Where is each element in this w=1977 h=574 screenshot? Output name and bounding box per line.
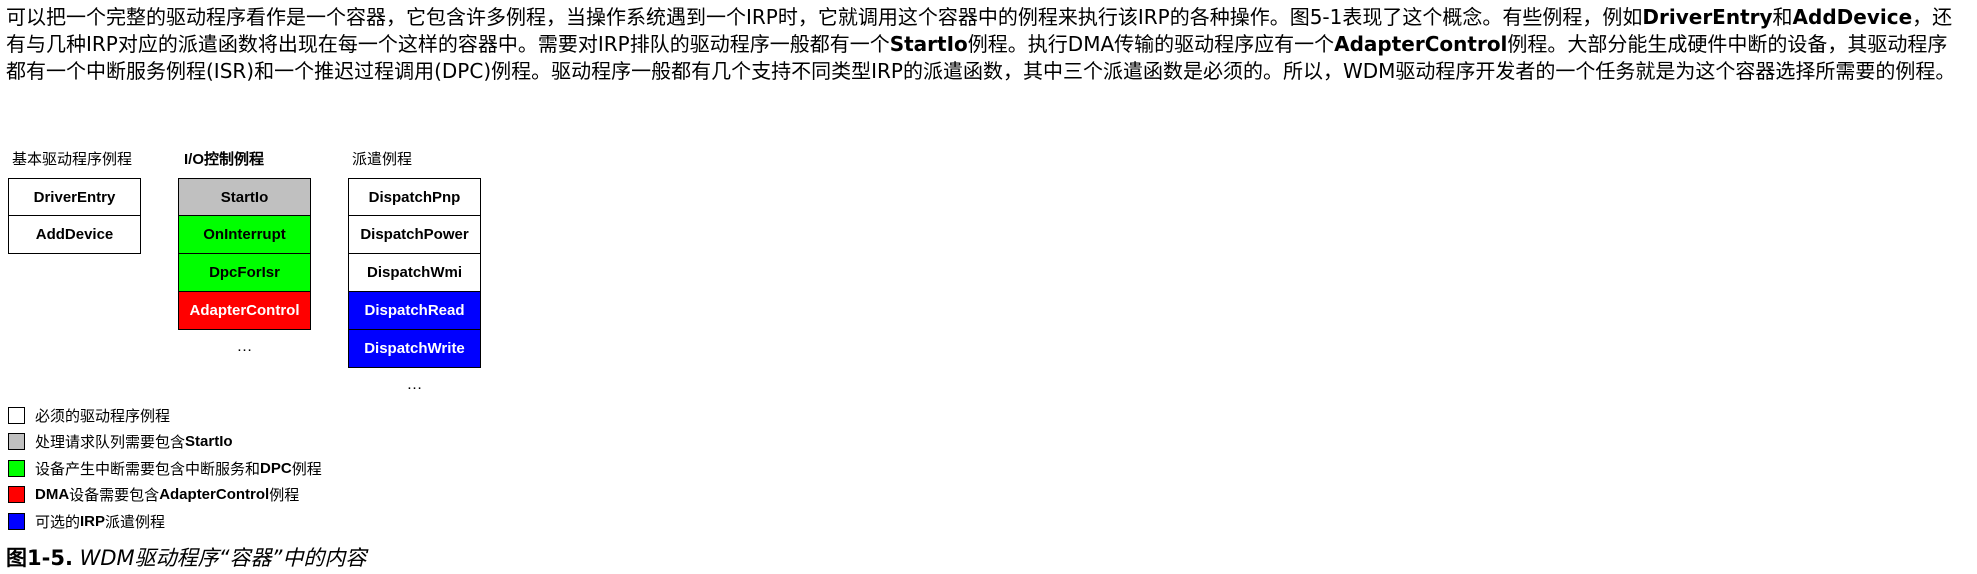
figure-caption: 图1-5. WDM驱动程序“容器”中的内容 (6, 545, 366, 571)
legend-row: 可选的 IRP 派遣例程 (8, 508, 322, 535)
legend-text: 必须的驱动程序例程 (35, 407, 171, 425)
legend-swatch (8, 406, 25, 424)
legend-swatch (8, 459, 25, 477)
caption-title: WDM驱动程序“容器”中的内容 (72, 546, 367, 570)
dispatch-more-ellipsis: … (406, 376, 423, 393)
legend-bold_lead: DMA (35, 486, 70, 504)
legend-text: 设备需要包含 (69, 487, 160, 505)
routine-box-dispatchwmi: DispatchWmi (348, 254, 481, 292)
intro-bold-adddevice: AddDevice (1792, 5, 1913, 29)
legend-swatch (8, 486, 25, 504)
routine-box-adddevice: AddDevice (8, 216, 141, 254)
legend-after: 例程 (269, 487, 300, 505)
legend-bold: StartIo (185, 433, 233, 451)
intro-bold-driverentry: DriverEntry (1642, 5, 1773, 29)
routine-container-diagram: 基本驱动程序例程 I/O控制例程 派遣例程 DriverEntry AddDevi… (0, 140, 900, 400)
legend-after: 派遣例程 (105, 513, 166, 531)
legend-swatch (8, 512, 25, 530)
io-control-column: StartIo OnInterrupt DpcForIsr AdapterContro… (178, 178, 311, 364)
intro-text-1: 可以把一个完整的驱动程序看作是一个容器，它包含许多例程，当操作系统遇到一个IRP… (6, 5, 1643, 29)
legend-row: 设备产生中断需要包含中断服务和 DPC 例程 (8, 455, 322, 482)
intro-bold-adaptercontrol: AdapterControl (1334, 32, 1508, 56)
intro-text-2: 和 (1772, 5, 1793, 29)
legend-bold: IRP (80, 512, 106, 530)
legend-text: 设备产生中断需要包含中断服务和 (35, 460, 261, 478)
routine-box-dispatchwrite: DispatchWrite (348, 330, 481, 368)
routine-box-dpcforisr: DpcForIsr (178, 254, 311, 292)
legend-bold: DPC (260, 459, 292, 477)
intro-paragraph: 可以把一个完整的驱动程序看作是一个容器，它包含许多例程，当操作系统遇到一个IRP… (6, 4, 1966, 85)
routine-box-startio: StartIo (178, 178, 311, 216)
io-more-ellipsis: … (236, 338, 253, 355)
legend-after: 例程 (291, 460, 322, 478)
dispatch-routines-column: DispatchPnp DispatchPower DispatchWmi Dispa… (348, 178, 481, 402)
routine-box-oninterrupt: OnInterrupt (178, 216, 311, 254)
routine-box-dispatchpower: DispatchPower (348, 216, 481, 254)
routine-box-driverentry: DriverEntry (8, 178, 141, 216)
legend-row: DMA 设备需要包含 AdapterControl 例程 (8, 482, 322, 509)
intro-text-4: 例程。执行DMA传输的驱动程序应有一个 (967, 32, 1335, 56)
legend-text: 处理请求队列需要包含 (35, 434, 186, 452)
io-control-heading: I/O控制例程 (184, 151, 265, 168)
legend-row: 处理请求队列需要包含 StartIo (8, 429, 322, 456)
routine-box-adaptercontrol: AdapterControl (178, 292, 311, 330)
routine-box-dispatchpnp: DispatchPnp (348, 178, 481, 216)
legend-bold: AdapterControl (159, 486, 270, 504)
intro-bold-startio: StartIo (889, 32, 968, 56)
caption-lead: 图1-5. (6, 546, 73, 570)
legend-text: 可选的 (35, 513, 81, 531)
legend-row: 必须的驱动程序例程 (8, 402, 322, 429)
legend-swatch (8, 433, 25, 451)
basic-routines-heading: 基本驱动程序例程 (12, 151, 133, 168)
routine-box-dispatchread: DispatchRead (348, 292, 481, 330)
legend: 必须的驱动程序例程 处理请求队列需要包含 StartIo 设备产生中断需要包含中断服… (8, 402, 322, 535)
basic-routines-column: DriverEntry AddDevice (8, 178, 141, 254)
dispatch-routines-heading: 派遣例程 (352, 151, 413, 168)
